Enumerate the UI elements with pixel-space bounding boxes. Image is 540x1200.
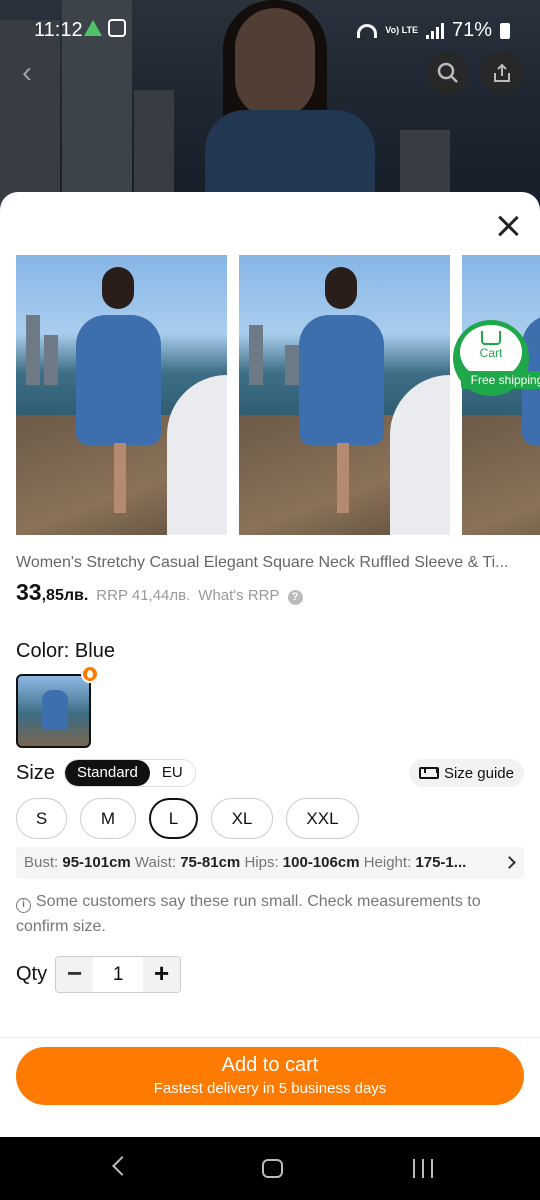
chevron-right-icon xyxy=(503,856,516,869)
info-icon: i xyxy=(16,898,31,913)
nav-home-icon[interactable] xyxy=(262,1159,283,1178)
fit-note: i Some customers say these run small. Che… xyxy=(16,893,481,935)
volte-indicator: Vo) LTE xyxy=(385,25,418,35)
home-app-icon xyxy=(84,20,102,36)
size-option-xl[interactable]: XL xyxy=(211,798,273,839)
share-icon xyxy=(494,63,510,82)
quantity-value[interactable]: 1 xyxy=(93,957,144,992)
nav-recent-apps-icon[interactable] xyxy=(413,1159,433,1178)
wifi-icon xyxy=(357,23,378,38)
color-label: Color: Blue xyxy=(16,640,115,662)
product-title[interactable]: Women's Stretchy Casual Elegant Square N… xyxy=(16,554,524,572)
size-measurements-text: Bust: 95-101cm Waist: 75-81cm Hips: 100-… xyxy=(24,854,467,871)
help-icon[interactable]: ? xyxy=(287,590,303,605)
size-option-l[interactable]: L xyxy=(149,798,198,839)
instagram-icon xyxy=(108,19,126,37)
quantity-row: Qty − 1 + xyxy=(16,956,182,993)
size-guide-label: Size guide xyxy=(443,764,514,782)
size-option-s[interactable]: S xyxy=(16,798,67,839)
status-time: 11:12 xyxy=(34,19,83,41)
product-image-carousel[interactable]: Cart Free shipping xyxy=(16,255,540,535)
battery-percent: 71% xyxy=(451,19,492,41)
size-measurements-bar[interactable]: Bust: 95-101cm Waist: 75-81cm Hips: 100-… xyxy=(16,847,524,879)
close-icon[interactable] xyxy=(494,212,522,240)
size-eu-option[interactable]: EU xyxy=(149,760,195,786)
quantity-stepper: − 1 + xyxy=(55,956,182,993)
whats-rrp-link[interactable]: What's RRP xyxy=(198,587,279,604)
price-row: 33,85лв. RRP 41,44лв. What's RRP ? xyxy=(16,579,303,606)
quantity-decrease-button[interactable]: − xyxy=(56,957,94,992)
fire-icon xyxy=(81,665,99,683)
delivery-note: Fastest delivery in 5 business days xyxy=(153,1080,387,1097)
size-options: S M L XL XXL xyxy=(16,798,359,839)
quantity-increase-button[interactable]: + xyxy=(143,957,181,992)
size-guide-button[interactable]: Size guide xyxy=(408,759,524,787)
size-standard-toggle[interactable]: Standard EU xyxy=(64,759,196,787)
product-image[interactable] xyxy=(462,255,540,535)
size-option-xxl[interactable]: XXL xyxy=(286,798,359,839)
add-to-cart-label: Add to cart xyxy=(221,1054,319,1076)
badge-cart-text: Cart xyxy=(479,346,503,360)
current-price: 33,85лв. xyxy=(16,579,89,605)
search-icon xyxy=(437,62,458,83)
signal-icon xyxy=(425,22,444,39)
share-button[interactable] xyxy=(480,51,524,95)
product-image[interactable] xyxy=(16,255,227,535)
cart-icon xyxy=(481,331,501,345)
ruler-icon xyxy=(418,767,439,779)
status-system-icons: Vo) LTE 71% xyxy=(357,19,510,42)
back-arrow-icon[interactable]: ‹ xyxy=(22,58,54,90)
battery-icon xyxy=(500,22,510,39)
color-swatch-blue[interactable] xyxy=(16,674,91,748)
status-notification-icons xyxy=(84,19,126,37)
status-bar: 11:12 Vo) LTE 71% xyxy=(0,0,540,58)
add-to-cart-button[interactable]: Add to cart Fastest delivery in 5 busine… xyxy=(16,1047,524,1105)
system-navigation-bar xyxy=(0,1137,540,1200)
size-standard-option[interactable]: Standard xyxy=(65,760,150,786)
free-shipping-label: Free shipping xyxy=(461,371,540,389)
add-to-cart-sheet: Cart Free shipping Women's Stretchy Casu… xyxy=(0,192,540,1137)
size-header: Size Standard EU Size guide xyxy=(16,759,524,787)
search-button[interactable] xyxy=(426,51,470,95)
quantity-label: Qty xyxy=(16,963,48,985)
product-image[interactable] xyxy=(239,255,450,535)
size-label: Size xyxy=(16,762,55,784)
nav-back-icon[interactable] xyxy=(112,1156,132,1176)
divider xyxy=(0,1037,540,1038)
rrp-price: RRP 41,44лв. xyxy=(96,587,191,604)
size-option-m[interactable]: M xyxy=(80,798,136,839)
